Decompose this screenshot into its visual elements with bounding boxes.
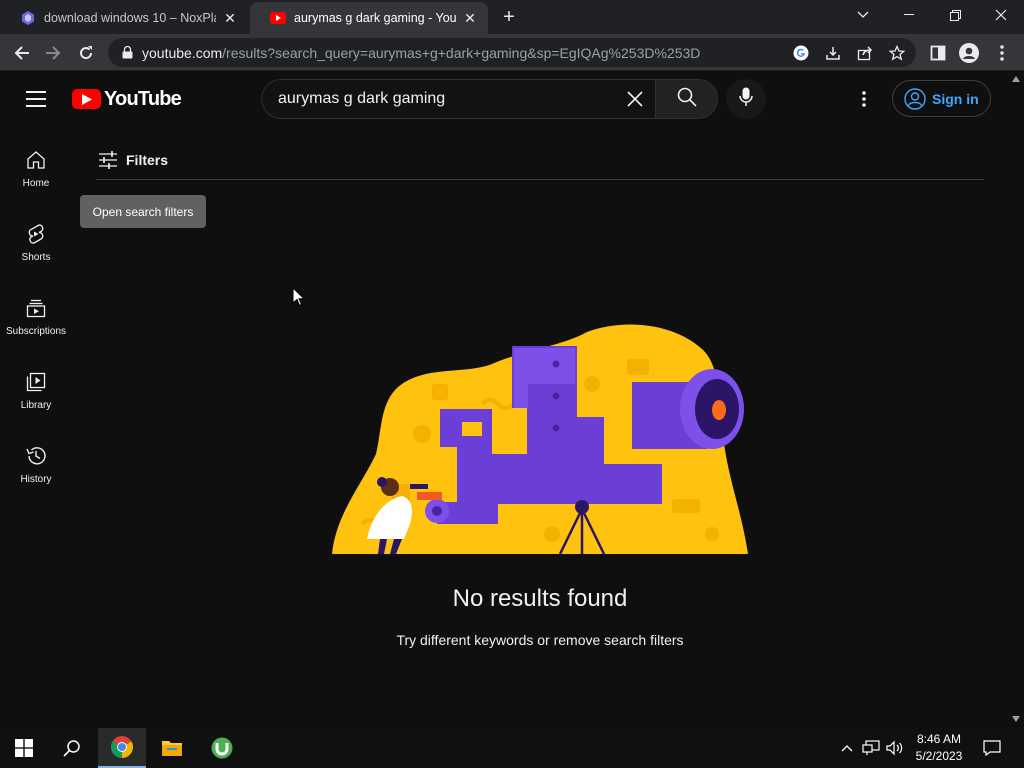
guide-item-subscriptions[interactable]: Subscriptions	[0, 283, 72, 357]
lock-icon[interactable]	[120, 46, 134, 60]
guide-label: History	[20, 474, 52, 485]
windows-taskbar: 8:46 AM 5/2/2023	[0, 728, 1024, 768]
clock-time: 8:46 AM	[916, 732, 962, 746]
action-center-icon[interactable]	[980, 728, 1004, 768]
filters-button[interactable]: Filters	[97, 149, 168, 171]
voice-search-button[interactable]	[726, 79, 766, 119]
new-tab-icon[interactable]: +	[498, 7, 520, 29]
microphone-icon	[739, 87, 753, 112]
scroll-up-arrow-icon[interactable]	[1012, 75, 1020, 83]
url-domain: youtube.com	[142, 44, 223, 61]
file-explorer-icon[interactable]	[148, 728, 196, 768]
youtube-logo[interactable]: YouTube	[72, 87, 182, 110]
windows-start-icon[interactable]	[0, 728, 48, 768]
guide-label: Home	[22, 178, 50, 189]
scroll-down-arrow-icon[interactable]	[1012, 715, 1020, 723]
library-icon	[24, 370, 48, 394]
no-results-subtitle: Try different keywords or remove search …	[396, 632, 684, 648]
youtube-wordmark: YouTube	[104, 87, 182, 110]
guide-item-library[interactable]: Library	[0, 357, 72, 431]
tab-youtube[interactable]: aurymas g dark gaming - YouTube ✕	[250, 2, 488, 34]
history-icon	[24, 444, 48, 468]
back-arrow-icon[interactable]	[9, 40, 35, 66]
tab-noxplayer[interactable]: download windows 10 – NoxPlay ✕	[0, 2, 248, 34]
tab-close-icon[interactable]: ✕	[222, 10, 238, 26]
taskbar-search-icon[interactable]	[48, 728, 96, 768]
share-icon[interactable]	[856, 44, 874, 62]
no-results-illustration	[332, 324, 748, 554]
browser-tab-strip: download windows 10 – NoxPlay ✕ aurymas …	[0, 0, 1024, 34]
guide-label: Library	[20, 400, 52, 411]
side-panel-icon[interactable]	[925, 40, 951, 66]
mouse-cursor-icon	[292, 287, 306, 307]
filters-label: Filters	[126, 152, 169, 168]
tab-search-chevron-icon[interactable]	[840, 0, 886, 30]
subscriptions-icon	[24, 296, 48, 320]
tray-overflow-chevron-icon[interactable]	[838, 728, 856, 768]
url-text: youtube.com/results?search_query=aurymas…	[142, 45, 700, 61]
shorts-icon	[24, 222, 48, 246]
install-app-icon[interactable]	[824, 44, 842, 62]
guide-menu-icon[interactable]	[26, 91, 46, 107]
volume-icon[interactable]	[884, 728, 906, 768]
filter-sliders-icon	[97, 149, 119, 171]
address-bar[interactable]: youtube.com/results?search_query=aurymas…	[108, 38, 916, 67]
youtube-play-logo-icon	[72, 89, 101, 109]
taskbar-clock[interactable]: 8:46 AM 5/2/2023	[904, 731, 974, 765]
page-scrollbar[interactable]	[1008, 71, 1024, 727]
profile-icon[interactable]	[956, 40, 982, 66]
browser-menu-icon[interactable]	[989, 40, 1015, 66]
search-input[interactable]: aurymas g dark gaming	[261, 79, 655, 119]
browser-toolbar: youtube.com/results?search_query=aurymas…	[0, 34, 1024, 71]
reload-icon[interactable]	[73, 40, 99, 66]
youtube-favicon-icon	[270, 10, 286, 26]
tab-close-icon[interactable]: ✕	[462, 10, 478, 26]
restore-icon[interactable]	[932, 0, 978, 30]
guide-label: Subscriptions	[5, 326, 67, 337]
google-lens-icon[interactable]	[792, 44, 810, 62]
account-circle-icon	[904, 87, 926, 110]
home-icon	[24, 148, 48, 172]
clock-date: 5/2/2023	[915, 749, 963, 763]
guide-label: Shorts	[21, 252, 51, 263]
chrome-taskbar-icon[interactable]	[98, 728, 146, 768]
settings-kebab-icon[interactable]	[852, 87, 876, 111]
tab-title: download windows 10 – NoxPlay	[44, 11, 216, 25]
sign-in-button[interactable]: Sign in	[892, 80, 991, 117]
search-icon	[677, 87, 697, 112]
bookmark-star-icon[interactable]	[888, 44, 906, 62]
youtube-page: YouTube aurymas g dark gaming Sign in Ho…	[0, 71, 1008, 727]
utorrent-icon[interactable]	[198, 728, 246, 768]
tab-title: aurymas g dark gaming - YouTube	[294, 11, 456, 25]
guide-item-home[interactable]: Home	[0, 135, 72, 209]
minimize-icon[interactable]	[886, 0, 932, 30]
search-query-text: aurymas g dark gaming	[278, 90, 446, 107]
filters-divider	[96, 179, 984, 180]
network-icon[interactable]	[860, 728, 882, 768]
search-button[interactable]	[655, 79, 718, 119]
close-window-icon[interactable]	[978, 0, 1024, 30]
forward-arrow-icon[interactable]	[40, 40, 66, 66]
guide-item-history[interactable]: History	[0, 431, 72, 505]
clear-search-icon[interactable]	[615, 80, 655, 118]
no-results-title: No results found	[452, 585, 628, 612]
filters-tooltip: Open search filters	[80, 195, 206, 228]
url-path: /results?search_query=aurymas+g+dark+gam…	[222, 44, 701, 61]
guide-item-shorts[interactable]: Shorts	[0, 209, 72, 283]
sign-in-label: Sign in	[932, 90, 979, 107]
noxplayer-favicon-icon	[20, 10, 36, 26]
